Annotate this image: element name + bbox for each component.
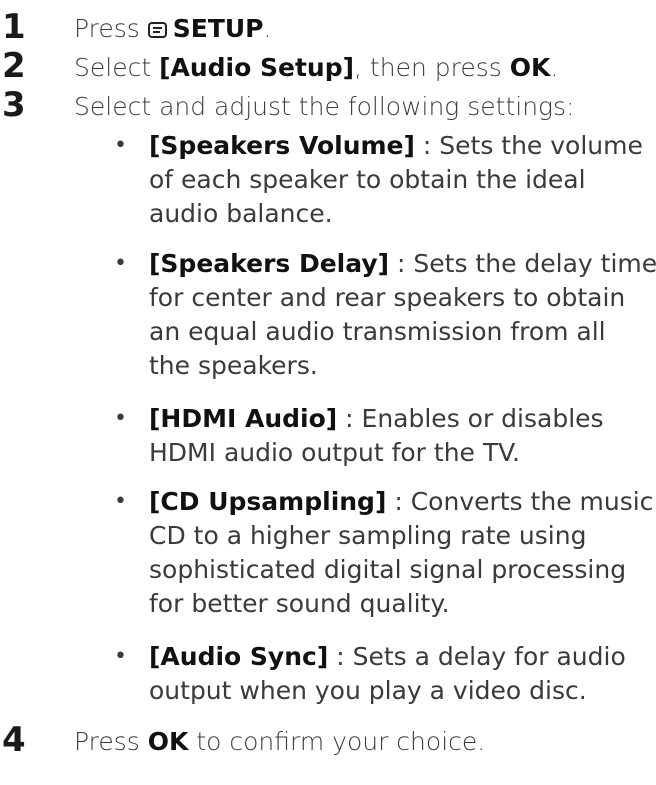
setting-line: CD to a higher sampling rate using [149,521,587,550]
step-middle: , then press [354,53,502,82]
setting-line: [HDMI Audio] : Enables or disables [149,402,656,436]
step-number: 2 [2,46,26,86]
setting-description: [HDMI Audio] : Enables or disables HDMI … [149,402,656,470]
bullet: • [114,133,127,158]
separator: : [328,642,353,671]
setting-text: Enables or disables [361,404,604,433]
instruction-page: 1 Press SETUP. 2 Select [Audio Setup], t… [0,0,656,785]
separator: : [386,487,411,516]
separator: : [389,249,414,278]
step-suffix: . [550,53,559,82]
setting-name: [CD Upsampling] [149,487,387,516]
setting-line: sophisticated digital signal processing [149,555,627,584]
setting-description: [Speakers Volume] : Sets the volume of e… [149,129,656,231]
separator: : [414,131,440,160]
setting-line: HDMI audio output for the TV. [149,438,520,467]
bullet: • [114,644,127,669]
step-suffix: . [263,14,272,43]
bullet: • [114,251,127,276]
setting-line: [Audio Sync] : Sets a delay for audio [149,640,656,674]
bullet: • [114,406,127,431]
setting-description: [Audio Sync] : Sets a delay for audio ou… [149,640,656,708]
step-number: 3 [2,85,26,125]
setting-line: audio balance. [149,199,333,228]
setting-name: [Speakers Volume] [149,131,415,160]
setup-key-label: SETUP [172,14,264,43]
setting-line: [Speakers Volume] : Sets the volume [149,129,656,163]
step-suffix: to confirm your choice. [196,727,486,756]
setting-line: the speakers. [149,351,318,380]
separator: : [337,404,362,433]
step-text: Select and adjust the following settings… [74,92,575,121]
setting-text: Converts the music [410,487,654,516]
setting-line: for center and rear speakers to obtain [149,283,626,312]
setting-name: [HDMI Audio] [149,404,338,433]
step-text: Select [Audio Setup], then press OK. [74,51,654,85]
step-number: 4 [2,720,26,760]
setting-text: Sets a delay for audio [352,642,626,671]
audio-setup-menu-label: [Audio Setup] [159,53,355,82]
ok-key-label: OK [147,727,189,756]
step-number: 1 [2,7,26,47]
bullet: • [114,489,127,514]
ok-key-label: OK [509,53,551,82]
setting-line: for better sound quality. [149,589,450,618]
setting-description: [Speakers Delay] : Sets the delay time f… [149,247,656,383]
step-text: Press SETUP. [74,12,654,46]
setting-name: [Audio Sync] [149,642,329,671]
setup-menu-icon [147,22,167,38]
setting-line: [Speakers Delay] : Sets the delay time [149,247,656,281]
setting-line: [CD Upsampling] : Converts the music [149,485,656,519]
step-text: Press OK to confirm your choice. [74,725,654,759]
setting-line: an equal audio transmission from all [149,317,606,346]
setting-line: of each speaker to obtain the ideal [149,165,586,194]
step-prefix: Select [74,53,152,82]
setting-description: [CD Upsampling] : Converts the music CD … [149,485,656,621]
step-prefix: Press [74,14,140,43]
step-prefix: Press [74,727,140,756]
setting-text: Sets the delay time [413,249,656,278]
setting-text: Sets the volume [439,131,643,160]
setting-name: [Speakers Delay] [149,249,390,278]
setting-line: output when you play a video disc. [149,676,587,705]
